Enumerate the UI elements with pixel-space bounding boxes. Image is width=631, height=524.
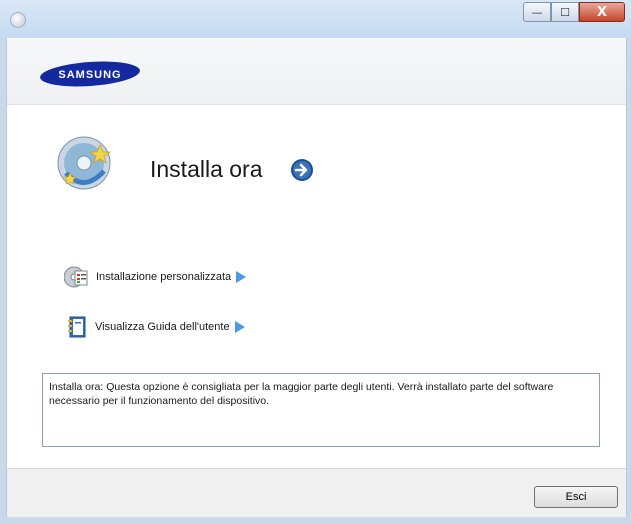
option-user-guide[interactable]: Visualizza Guida dell'utente [67,316,245,338]
description-text: Installa ora: Questa opzione è consiglia… [49,381,554,407]
minimize-button[interactable]: — [523,2,551,22]
install-now-title[interactable]: Installa ora [150,156,263,183]
samsung-logo-text: SAMSUNG [58,69,121,81]
custom-install-label: Installazione personalizzata [96,271,232,283]
arrow-right-circle-icon[interactable] [290,158,314,182]
exit-button[interactable]: Esci [534,486,618,508]
description-box: Installa ora: Questa opzione è consiglia… [42,373,600,447]
option-custom-install[interactable]: Installazione personalizzata [64,265,247,289]
client-area: SAMSUNG Installa ora Installazione perso… [6,38,627,517]
caption-buttons: — ☐ X [523,2,625,24]
samsung-logo: SAMSUNG [40,61,140,87]
play-arrow-icon[interactable] [234,321,245,333]
installer-window: — ☐ X SAMSUNG Installa ora Installazione… [0,0,631,524]
title-bar[interactable]: — ☐ X [0,0,631,39]
close-button[interactable]: X [579,2,625,22]
user-guide-label: Visualizza Guida dell'utente [95,321,230,333]
header-band: SAMSUNG [7,38,626,105]
app-icon [10,12,26,28]
footer-bar: Esci [7,468,626,517]
maximize-button[interactable]: ☐ [551,2,579,22]
play-arrow-icon[interactable] [236,271,247,283]
user-guide-book-icon [68,316,86,338]
window-border-bottom [0,516,631,524]
install-disc-icon[interactable] [56,133,116,195]
custom-install-cd-icon [64,266,88,288]
